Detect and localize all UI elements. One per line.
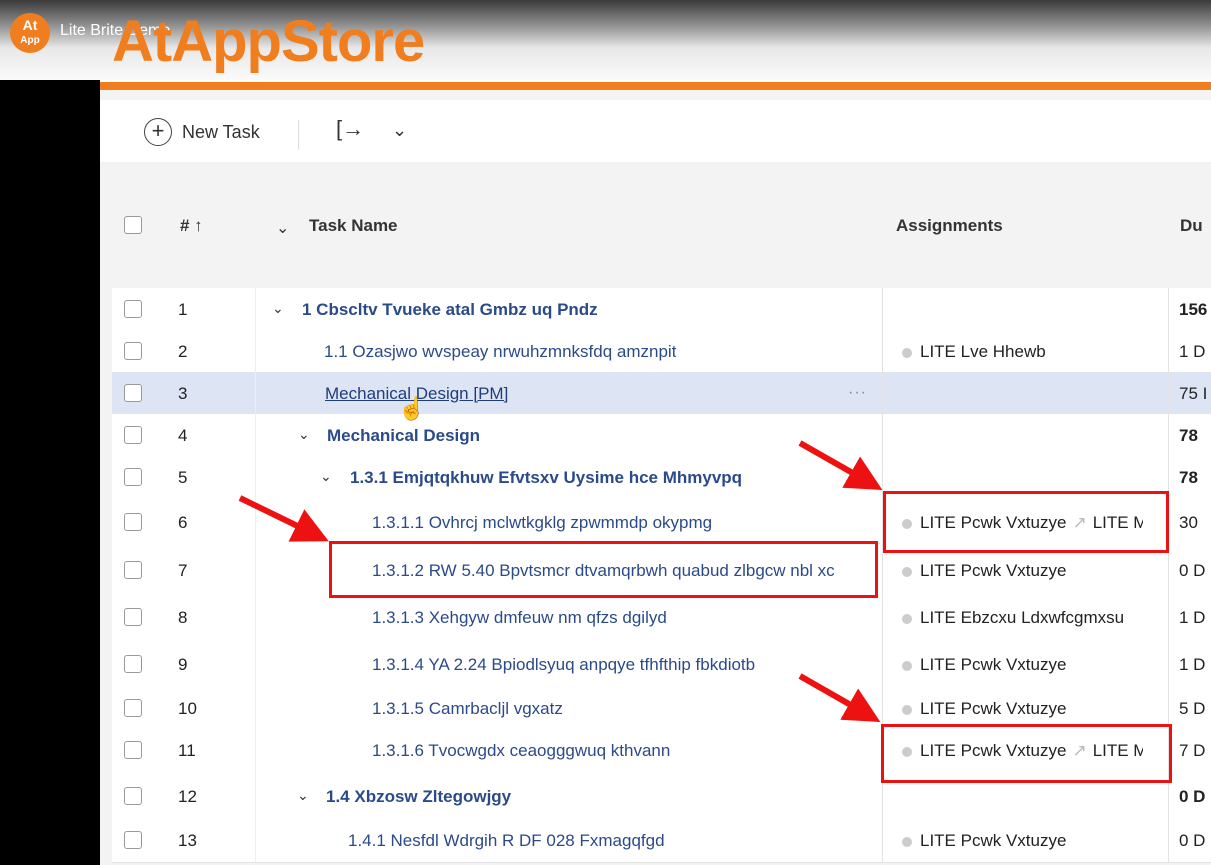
arrow-icon bbox=[798, 440, 883, 490]
annotation-arrows bbox=[238, 440, 883, 722]
arrow-icon bbox=[798, 673, 881, 722]
arrow-icon bbox=[238, 495, 329, 542]
